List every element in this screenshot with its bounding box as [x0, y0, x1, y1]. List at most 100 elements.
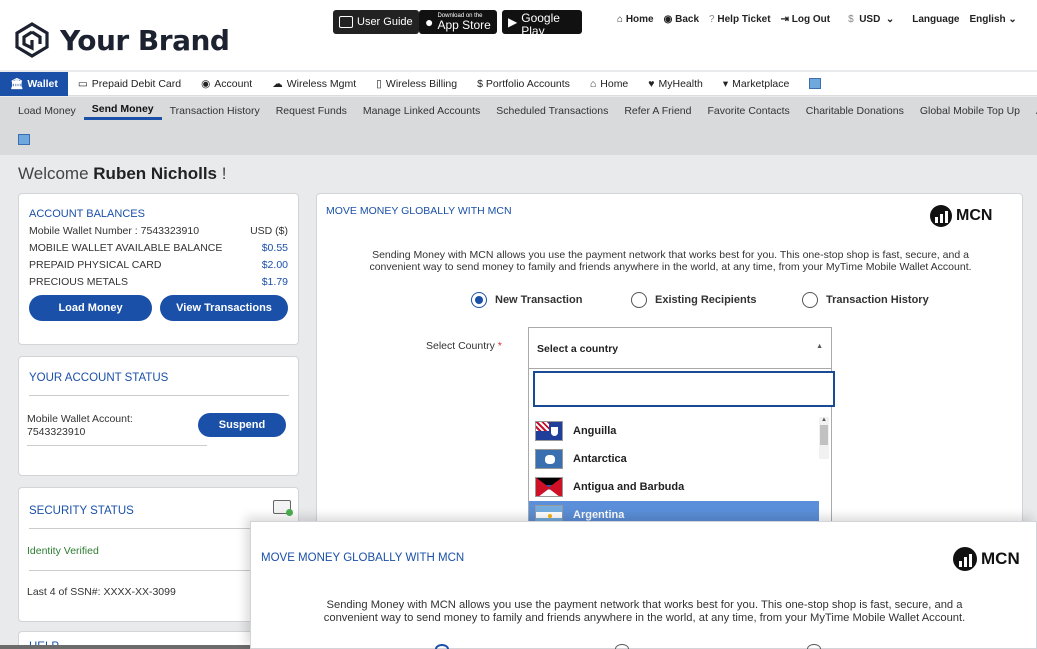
ssn-last-four: Last 4 of SSN#: XXXX-XX-3099	[27, 586, 176, 598]
nav-marketplace[interactable]: ▾ Marketplace	[713, 72, 799, 96]
user-name: Ruben Nicholls	[93, 164, 218, 183]
country-option[interactable]: Anguilla	[529, 417, 819, 445]
book-icon	[339, 16, 353, 28]
currency-select[interactable]: $ USD ⌄	[848, 14, 894, 25]
mcn-logo: MCN	[930, 205, 992, 227]
currency-label: USD ($)	[250, 224, 288, 237]
currency-icon: $	[848, 14, 854, 25]
nav-myhealth[interactable]: ♥ MyHealth	[638, 72, 713, 96]
cart-icon: ▾	[722, 77, 729, 90]
nav-wireless-mgmt[interactable]: ☁ Wireless Mgmt	[262, 72, 366, 96]
phone-icon: ▯	[376, 77, 382, 90]
balance-row: PREPAID PHYSICAL CARD $2.00	[29, 258, 288, 271]
chevron-down-icon: ⌄	[1008, 14, 1017, 25]
bank-icon: 🏛	[10, 78, 24, 90]
nav-wireless-billing[interactable]: ▯ Wireless Billing	[366, 72, 467, 96]
id-card-icon	[273, 500, 293, 516]
caret-up-icon: ▲	[816, 343, 823, 350]
home-icon: ⌂	[589, 77, 597, 90]
user-guide-button[interactable]: User Guide	[333, 10, 419, 34]
country-option[interactable]: Antigua and Barbuda	[529, 473, 819, 501]
subnav-account[interactable]: Account	[1028, 105, 1037, 117]
load-money-button[interactable]: Load Money	[29, 295, 153, 321]
balance-row: PRECIOUS METALS $1.79	[29, 275, 288, 288]
view-transactions-button[interactable]: View Transactions	[160, 295, 288, 321]
radio-empty-icon	[615, 644, 629, 649]
radio-existing-recipients[interactable]: Existing Recipients	[631, 292, 756, 308]
radio-empty-icon	[631, 292, 647, 308]
brand-logo[interactable]: Your Brand	[14, 22, 230, 58]
move-money-description-overlay: Sending Money with MCN allows you use th…	[323, 599, 966, 624]
nav-portfolio-accounts[interactable]: $ Portfolio Accounts	[467, 72, 580, 96]
secondary-nav: Load Money Send Money Transaction Histor…	[0, 97, 1037, 155]
subnav-transaction-history[interactable]: Transaction History	[162, 105, 268, 117]
help-icon: ?	[709, 14, 715, 25]
security-status-heading: SECURITY STATUS	[29, 505, 134, 517]
scrollbar-thumb[interactable]	[820, 425, 828, 445]
top-logout-link[interactable]: ⇥ Log Out	[781, 14, 831, 25]
apple-icon: ●	[425, 14, 434, 30]
mcn-logo-overlay: MCN	[953, 547, 1020, 571]
country-options: Anguilla Antarctica Antigua and Barbuda …	[529, 417, 819, 529]
mcn-logo-icon	[953, 547, 977, 571]
country-dropdown: Anguilla Antarctica Antigua and Barbuda …	[528, 369, 835, 529]
nav-wallet[interactable]: 🏛 Wallet	[0, 71, 68, 96]
dropdown-scrollbar[interactable]: ▲	[819, 417, 829, 459]
balance-row: MOBILE WALLET AVAILABLE BALANCE $0.55	[29, 241, 288, 254]
grid-icon	[809, 78, 822, 89]
play-icon: ▶	[508, 15, 518, 29]
radio-selected-icon	[435, 644, 449, 649]
move-money-description: Sending Money with MCN allows you use th…	[369, 249, 972, 273]
country-option[interactable]: Antarctica	[529, 445, 819, 473]
anguilla-flag-icon	[535, 421, 563, 441]
subnav-send-money[interactable]: Send Money	[83, 103, 162, 120]
subnav-load-money[interactable]: Load Money	[0, 105, 84, 117]
subnav-refer-a-friend[interactable]: Refer A Friend	[616, 105, 699, 117]
nav-prepaid-debit-card[interactable]: ▭ Prepaid Debit Card	[68, 72, 191, 96]
account-balances-card: ACCOUNT BALANCES Mobile Wallet Number : …	[18, 193, 299, 345]
subnav-favorite-contacts[interactable]: Favorite Contacts	[699, 105, 797, 117]
country-select[interactable]: Select a country ▲	[528, 327, 832, 369]
primary-nav: 🏛 Wallet ▭ Prepaid Debit Card ◉ Account ☁ Wi…	[0, 71, 1037, 96]
nav-home[interactable]: ⌂ Home	[580, 72, 638, 96]
brand-mark-icon	[15, 22, 49, 58]
subnav-global-mobile-top-up[interactable]: Global Mobile Top Up	[912, 105, 1028, 117]
move-money-heading: MOVE MONEY GLOBALLY WITH MCN	[326, 205, 512, 217]
google-play-button[interactable]: ▶ GET IT ON Google Play	[502, 6, 582, 37]
card-icon: ▭	[77, 77, 88, 90]
subnav-manage-linked-accounts[interactable]: Manage Linked Accounts	[355, 105, 488, 117]
subnav-grid-icon[interactable]	[18, 133, 30, 145]
antarctica-flag-icon	[535, 449, 563, 469]
country-label: Select Country *	[426, 340, 502, 352]
radio-new-transaction[interactable]: New Transaction	[471, 292, 582, 308]
suspend-button[interactable]: Suspend	[198, 413, 286, 437]
top-help-link[interactable]: ? Help Ticket	[709, 14, 771, 25]
app-store-button[interactable]: ● Download on the App Store	[419, 10, 497, 34]
chevron-down-icon: ⌄	[885, 14, 895, 25]
top-home-link[interactable]: ⌂ Home	[617, 14, 654, 25]
radio-transaction-history[interactable]: Transaction History	[802, 292, 929, 308]
radio-empty-icon	[807, 644, 821, 649]
subnav-request-funds[interactable]: Request Funds	[268, 105, 355, 117]
antigua-flag-icon	[535, 477, 563, 497]
language-label: Language	[912, 14, 960, 25]
user-icon: ◉	[201, 77, 211, 90]
nav-extra-icon[interactable]	[799, 72, 831, 96]
radio-selected-icon	[471, 292, 487, 308]
brand-name: Your Brand	[60, 23, 230, 57]
account-balances-heading: ACCOUNT BALANCES	[29, 208, 145, 220]
header: Your Brand User Guide ● Download on the A…	[0, 0, 1037, 70]
identity-verified: Identity Verified	[27, 545, 99, 557]
mcn-logo-icon	[930, 205, 952, 227]
radio-empty-icon	[802, 292, 818, 308]
nav-account[interactable]: ◉ Account	[191, 72, 262, 96]
language-select[interactable]: English ⌄	[970, 14, 1017, 25]
move-money-heading-overlay: MOVE MONEY GLOBALLY WITH MCN	[261, 552, 465, 564]
subnav-scheduled-transactions[interactable]: Scheduled Transactions	[488, 105, 616, 117]
wallet-account-info: Mobile Wallet Account: 7543323910	[27, 413, 133, 438]
top-back-link[interactable]: ◉ Back	[664, 14, 699, 25]
heart-icon: ♥	[648, 77, 655, 90]
country-search-input[interactable]	[533, 371, 835, 407]
top-links: ⌂ Home ◉ Back ? Help Ticket ⇥ Log Out $ …	[617, 14, 1017, 25]
subnav-charitable-donations[interactable]: Charitable Donations	[798, 105, 912, 117]
